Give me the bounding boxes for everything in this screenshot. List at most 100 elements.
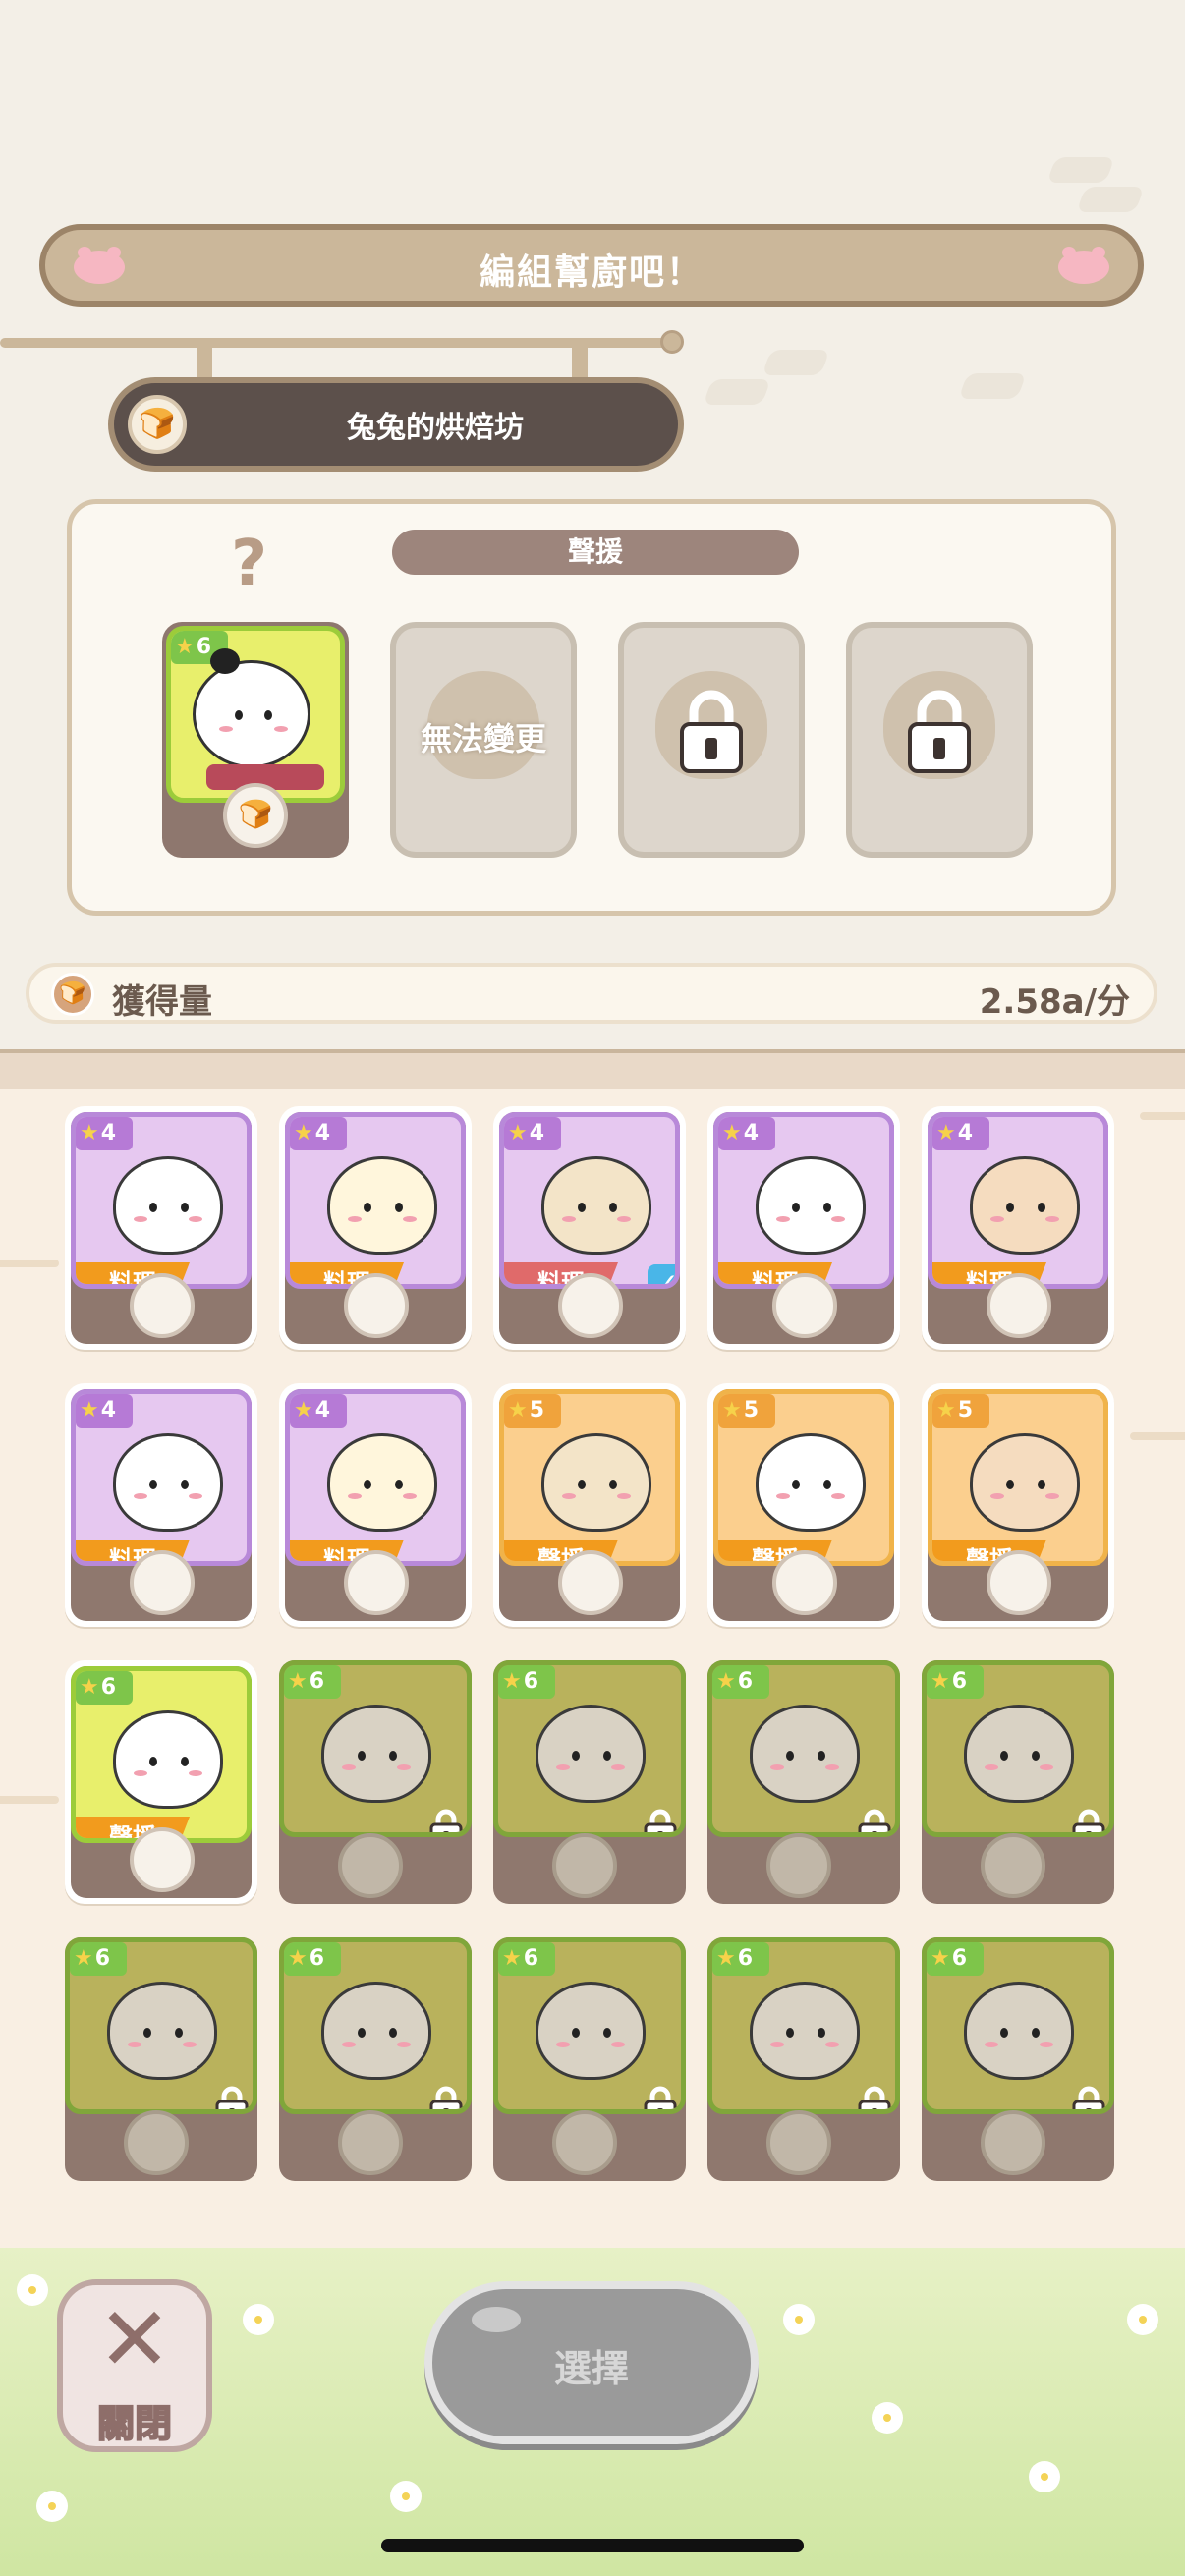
character-face — [321, 1705, 431, 1803]
star-icon: ★ — [931, 1669, 950, 1694]
ingredient-icon — [338, 2110, 403, 2175]
star-count: 4 — [100, 1121, 117, 1146]
character-card[interactable]: ★6 — [493, 1937, 686, 2181]
character-portrait: ★4 料理 — [71, 1112, 252, 1289]
star-icon: ★ — [294, 1121, 313, 1146]
character-card[interactable]: ★4 料理 — [279, 1383, 472, 1627]
star-badge: ★4 — [76, 1394, 133, 1428]
star-icon: ★ — [722, 1121, 742, 1146]
star-count: 4 — [957, 1121, 974, 1146]
select-button[interactable]: 選擇 — [424, 2281, 759, 2444]
star-icon: ★ — [294, 1398, 313, 1423]
ingredient-icon — [552, 1833, 617, 1898]
star-count: 6 — [309, 1669, 325, 1694]
gain-value: 2.58a/分 — [979, 982, 1130, 1022]
character-card[interactable]: ★6 — [707, 1660, 900, 1904]
character-portrait: ★4 料理 — [285, 1389, 466, 1566]
star-icon: ★ — [716, 1946, 736, 1971]
pig-icon — [1058, 247, 1109, 284]
ingredient-icon — [987, 1550, 1051, 1615]
character-card[interactable]: ★6 — [65, 1937, 257, 2181]
star-icon: ★ — [508, 1398, 528, 1423]
star-count: 6 — [951, 1946, 968, 1971]
character-face — [193, 660, 310, 768]
character-face — [756, 1156, 866, 1255]
character-face — [964, 1705, 1074, 1803]
lock-icon — [644, 1807, 677, 1832]
character-face — [541, 1156, 651, 1255]
star-icon: ★ — [508, 1121, 528, 1146]
character-card[interactable]: ★4 料理 — [707, 1106, 900, 1350]
character-face — [113, 1433, 223, 1532]
star-count: 4 — [100, 1398, 117, 1423]
character-card[interactable]: ★4 料理 — [65, 1383, 257, 1627]
gain-label: 獲得量 — [112, 982, 212, 1022]
character-card[interactable]: ★4 料理 — [279, 1106, 472, 1350]
character-card[interactable]: ★4 料理 — [922, 1106, 1114, 1350]
ingredient-icon — [766, 2110, 831, 2175]
character-portrait: ★6 — [707, 1937, 900, 2114]
team-slot-locked[interactable] — [846, 622, 1033, 858]
character-face — [756, 1433, 866, 1532]
lock-icon — [858, 2084, 891, 2109]
character-portrait: ★4 料理 — [713, 1112, 894, 1289]
ingredient-icon — [124, 2110, 189, 2175]
shop-selector[interactable]: 🍞 兔兔的烘焙坊 — [108, 377, 684, 472]
character-card[interactable]: ★6 — [493, 1660, 686, 1904]
team-slot-chef[interactable]: ★6 🍞 — [162, 622, 349, 858]
lock-icon — [429, 1807, 463, 1832]
close-button[interactable]: ✕ 關閉 — [57, 2279, 212, 2452]
star-count: 6 — [100, 1675, 117, 1700]
character-card[interactable]: ★6 — [922, 1937, 1114, 2181]
team-slot-fixed[interactable]: 無法變更 — [390, 622, 577, 858]
star-icon: ★ — [502, 1946, 522, 1971]
shop-name: 兔兔的烘焙坊 — [347, 411, 524, 445]
page-title: 編組幫廚吧！ — [479, 252, 704, 293]
ingredient-icon — [552, 2110, 617, 2175]
ingredient-icon — [130, 1273, 195, 1338]
star-count: 5 — [957, 1398, 974, 1423]
character-card[interactable]: ★6 聲援 — [65, 1660, 257, 1904]
character-portrait: ★6 — [922, 1937, 1114, 2114]
star-count: 6 — [309, 1946, 325, 1971]
character-card[interactable]: ★5 聲援 — [922, 1383, 1114, 1627]
character-card[interactable]: ★5 聲援 — [707, 1383, 900, 1627]
character-portrait: ★6 — [279, 1660, 472, 1837]
character-face — [750, 1705, 860, 1803]
character-portrait: ★6 — [493, 1937, 686, 2114]
character-card[interactable]: ★4 料理 ✓ — [493, 1106, 686, 1350]
question-icon[interactable]: ? — [231, 528, 267, 600]
character-portrait: ★5 聲援 — [713, 1389, 894, 1566]
star-count: 4 — [529, 1121, 545, 1146]
check-icon: ✓ — [648, 1264, 675, 1284]
select-label: 選擇 — [553, 2347, 629, 2390]
character-list[interactable]: ★4 料理 ★4 料理 ★4 料理 ✓ ★4 料理 ★4 料理 ★4 料理 ★4 料理 ★5 聲援 ★5 聲援 ★5 聲… — [0, 1089, 1185, 2248]
character-portrait: ★6 — [65, 1937, 257, 2114]
character-card[interactable]: ★6 — [707, 1937, 900, 2181]
lock-icon — [680, 690, 743, 773]
star-count: 6 — [737, 1669, 754, 1694]
character-face — [113, 1156, 223, 1255]
ingredient-icon — [130, 1550, 195, 1615]
star-count: 6 — [523, 1946, 539, 1971]
character-card[interactable]: ★6 — [922, 1660, 1114, 1904]
star-badge: ★6 — [70, 1942, 127, 1976]
character-card[interactable]: ★4 料理 — [65, 1106, 257, 1350]
star-badge: ★4 — [718, 1117, 775, 1150]
bread-icon: 🍞 — [128, 395, 187, 454]
flower-decoration — [20, 2277, 45, 2303]
page-title-banner: 編組幫廚吧！ — [39, 224, 1144, 307]
star-badge: ★6 — [498, 1665, 555, 1699]
character-card[interactable]: ★6 — [279, 1660, 472, 1904]
team-slot-locked[interactable] — [618, 622, 805, 858]
character-face — [327, 1433, 437, 1532]
bg-brick — [1076, 187, 1145, 212]
character-card[interactable]: ★6 — [279, 1937, 472, 2181]
character-face — [321, 1982, 431, 2080]
character-face — [970, 1433, 1080, 1532]
star-count: 5 — [743, 1398, 760, 1423]
star-count: 6 — [94, 1946, 111, 1971]
lock-icon — [644, 2084, 677, 2109]
character-card[interactable]: ★5 聲援 — [493, 1383, 686, 1627]
flower-decoration — [39, 2493, 65, 2519]
